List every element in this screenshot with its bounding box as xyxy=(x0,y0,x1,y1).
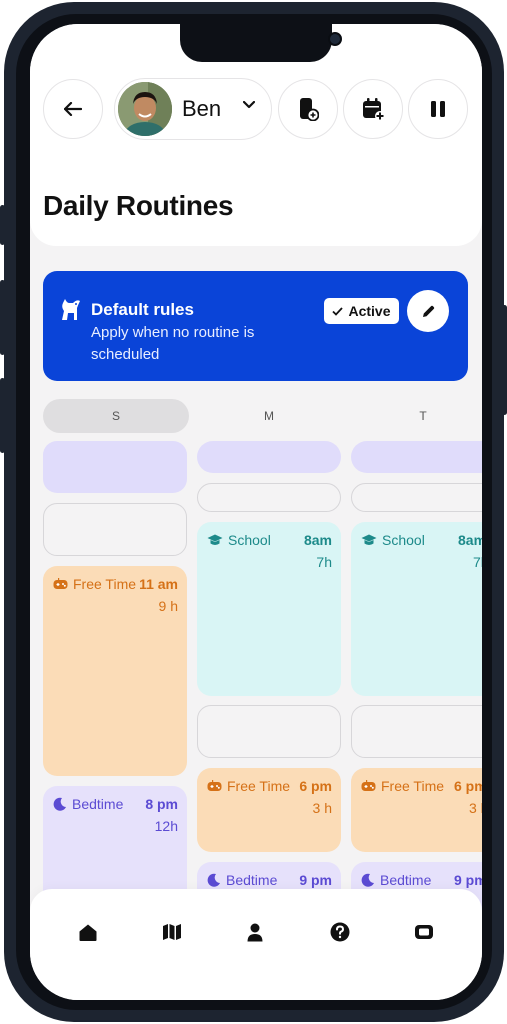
block-duration: 7h xyxy=(473,554,482,570)
block-time: 8am xyxy=(458,532,482,548)
add-routine-button[interactable] xyxy=(343,79,403,139)
block-duration: 3 h xyxy=(312,800,332,816)
chevron-down-icon xyxy=(243,101,255,109)
default-rules-title: Default rules xyxy=(91,300,194,319)
block-label: Bedtime xyxy=(226,872,278,888)
empty-slot[interactable] xyxy=(197,705,341,758)
page-title: Daily Routines xyxy=(43,190,234,221)
edit-default-rules-button[interactable] xyxy=(407,290,449,332)
nav-profile[interactable] xyxy=(242,919,268,945)
user-icon xyxy=(247,923,263,941)
add-device-button[interactable] xyxy=(278,79,338,139)
app-screen: Ben Daily Routines Default rules Apply w… xyxy=(30,24,482,1000)
default-rules-card[interactable]: Default rules Apply when no routine is s… xyxy=(43,271,468,381)
day-header-monday[interactable]: M xyxy=(197,399,341,433)
notch xyxy=(180,24,342,62)
bedtime-block[interactable]: Bedtime 8 pm 12h xyxy=(43,786,187,906)
pause-button[interactable] xyxy=(408,79,468,139)
home-icon xyxy=(79,924,97,941)
block-duration: 9 h xyxy=(158,598,178,614)
game-controller-icon xyxy=(53,578,68,589)
profile-name: Ben xyxy=(182,96,222,121)
day-header-sunday[interactable]: S xyxy=(43,399,189,433)
free-time-block[interactable]: Free Time 6 pm 3 h xyxy=(197,768,341,852)
routine-slot[interactable] xyxy=(351,441,482,473)
nav-device[interactable] xyxy=(411,919,437,945)
free-time-block[interactable]: Free Time 11 am 9 h xyxy=(43,566,187,776)
block-duration: 12h xyxy=(154,818,178,834)
block-label: Free Time xyxy=(227,778,291,794)
school-block[interactable]: School 8am 7h xyxy=(197,522,341,696)
school-block[interactable]: School 8am 7h xyxy=(351,522,482,696)
block-time: 6 pm xyxy=(299,778,332,794)
dog-icon xyxy=(62,299,80,320)
block-label: Free Time xyxy=(73,576,137,592)
moon-icon xyxy=(53,797,66,811)
block-time: 6 pm xyxy=(454,778,482,794)
game-controller-icon xyxy=(361,780,376,791)
graduation-cap-icon xyxy=(361,534,377,545)
phone-add-icon xyxy=(300,98,319,121)
nav-help[interactable] xyxy=(327,919,353,945)
pause-icon xyxy=(431,101,445,117)
help-icon xyxy=(330,922,350,942)
block-time: 8am xyxy=(303,532,332,548)
block-label: Bedtime xyxy=(380,872,432,888)
volume-up-button xyxy=(0,280,5,355)
active-badge-label: Active xyxy=(348,303,391,319)
pencil-icon xyxy=(422,305,434,317)
graduation-cap-icon xyxy=(207,534,223,545)
front-camera xyxy=(328,32,342,46)
block-time: 9 pm xyxy=(454,872,482,888)
back-button[interactable] xyxy=(43,79,103,139)
volume-down-button xyxy=(0,378,5,453)
moon-icon xyxy=(361,873,374,887)
block-label: School xyxy=(228,532,271,548)
block-time: 9 pm xyxy=(299,872,332,888)
block-time: 8 pm xyxy=(145,796,178,812)
mute-switch xyxy=(0,205,5,245)
device-icon xyxy=(415,925,433,939)
free-time-block[interactable]: Free Time 6 pm 3 h xyxy=(351,768,482,852)
profile-selector[interactable]: Ben xyxy=(114,78,272,140)
block-label: School xyxy=(382,532,425,548)
avatar xyxy=(118,82,172,136)
map-icon xyxy=(163,924,181,940)
routine-slot[interactable] xyxy=(43,441,187,493)
routine-slot[interactable] xyxy=(197,441,341,473)
block-duration: 3 h xyxy=(469,800,482,816)
empty-slot[interactable] xyxy=(43,503,187,556)
nav-map[interactable] xyxy=(159,919,185,945)
block-label: Bedtime xyxy=(72,796,124,812)
block-label: Free Time xyxy=(381,778,445,794)
empty-slot[interactable] xyxy=(197,483,341,512)
block-time: 11 am xyxy=(139,576,178,592)
block-duration: 7h xyxy=(316,554,332,570)
day-header-tuesday[interactable]: T xyxy=(351,399,482,433)
empty-slot[interactable] xyxy=(351,705,482,758)
power-button xyxy=(502,305,507,415)
check-icon xyxy=(332,306,344,316)
empty-slot[interactable] xyxy=(351,483,482,512)
calendar-add-icon xyxy=(363,98,385,121)
bottom-nav xyxy=(30,889,482,1000)
moon-icon xyxy=(207,873,220,887)
default-rules-subtitle: Apply when no routine is scheduled xyxy=(91,324,255,363)
back-arrow-icon xyxy=(64,102,82,116)
active-badge: Active xyxy=(324,298,399,324)
game-controller-icon xyxy=(207,780,222,791)
nav-home[interactable] xyxy=(75,919,101,945)
